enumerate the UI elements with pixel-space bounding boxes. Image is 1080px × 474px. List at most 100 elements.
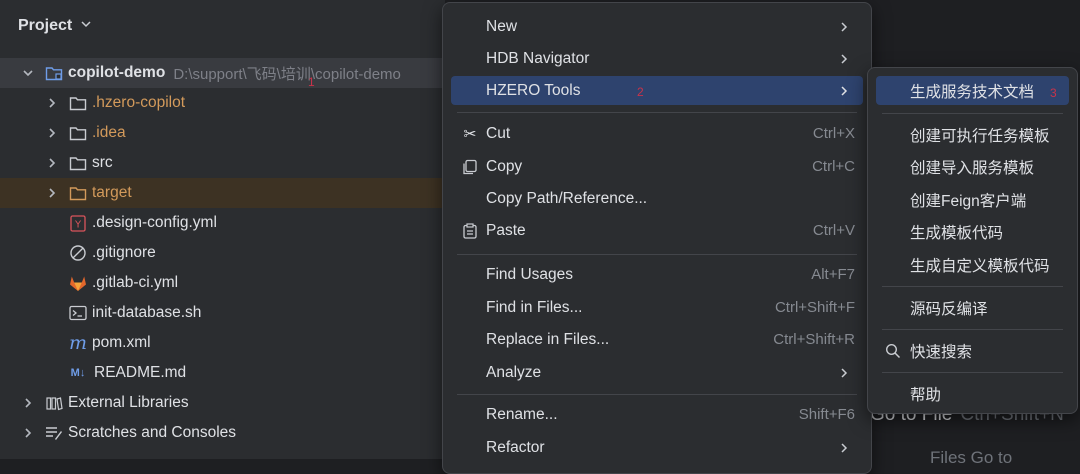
submenu-item-generate-template-code[interactable]: 生成模板代码 <box>876 217 1069 246</box>
menu-item-refactor[interactable]: Refactor <box>451 433 863 462</box>
project-title: Project <box>18 17 73 34</box>
menu-item-label: 创建Feign客户端 <box>910 192 1027 210</box>
menu-item-find-in-files[interactable]: Find in Files... Ctrl+Shift+F <box>451 293 863 322</box>
tree-item-label: .hzero-copilot <box>92 94 186 111</box>
step-marker-3: 3 <box>1050 86 1057 100</box>
submenu-item-generate-service-doc[interactable]: 生成服务技术文档 3 <box>876 76 1069 105</box>
menu-separator <box>457 394 857 395</box>
menu-item-label: Find in Files... <box>486 298 583 316</box>
submenu-item-create-import-template[interactable]: 创建导入服务模板 <box>876 152 1069 181</box>
folder-icon <box>68 93 88 113</box>
chevron-right-icon[interactable] <box>22 397 34 409</box>
project-view-selector[interactable]: Project <box>18 17 92 35</box>
menu-item-label: Rename... <box>486 405 558 423</box>
chevron-right-icon[interactable] <box>46 97 58 109</box>
chevron-down-icon[interactable] <box>22 67 34 79</box>
shortcut: Ctrl+X <box>812 125 855 142</box>
tree-item-init-database[interactable]: init-database.sh <box>0 298 445 328</box>
gitlab-icon <box>68 273 88 293</box>
tree-item-readme[interactable]: M↓ README.md <box>0 358 445 388</box>
chevron-right-icon[interactable] <box>22 427 34 439</box>
menu-separator <box>882 372 1063 373</box>
scissors-icon: ✂ <box>463 125 477 143</box>
menu-item-paste[interactable]: Paste Ctrl+V <box>451 216 863 245</box>
svg-text:Y: Y <box>74 219 82 230</box>
menu-item-new[interactable]: New <box>451 12 863 41</box>
menu-item-cut[interactable]: ✂ Cut Ctrl+X <box>451 119 863 148</box>
menu-item-analyze[interactable]: Analyze <box>451 358 863 387</box>
tree-item-label: target <box>92 184 132 201</box>
menu-item-copy-path[interactable]: Copy Path/Reference... <box>451 184 863 213</box>
menu-item-label: 生成服务技术文档 <box>910 83 1035 101</box>
tree-item-target[interactable]: target <box>0 178 445 208</box>
tree-item-design-config[interactable]: Y .design-config.yml <box>0 208 445 238</box>
submenu-item-create-task-template[interactable]: 创建可执行任务模板 <box>876 120 1069 149</box>
submenu-item-generate-custom-template-code[interactable]: 生成自定义模板代码 <box>876 250 1069 279</box>
menu-item-replace-in-files[interactable]: Replace in Files... Ctrl+Shift+R <box>451 325 863 354</box>
chevron-right-icon <box>839 441 849 459</box>
step-marker-1: 1 <box>308 75 315 89</box>
project-panel: Project copilot-demo D:\support\飞码\培训\co… <box>0 0 445 459</box>
menu-item-label: 创建可执行任务模板 <box>910 127 1050 145</box>
shortcut: Ctrl+C <box>812 158 855 175</box>
tree-item-label: .idea <box>92 124 126 141</box>
menu-item-hdb-navigator[interactable]: HDB Navigator <box>451 44 863 73</box>
tree-item-hzero-copilot[interactable]: .hzero-copilot <box>0 88 445 118</box>
maven-icon: m <box>68 332 88 354</box>
menu-item-hzero-tools[interactable]: HZERO Tools 2 <box>451 76 863 105</box>
submenu-item-help[interactable]: 帮助 <box>876 379 1069 408</box>
submenu-item-create-feign-client[interactable]: 创建Feign客户端 <box>876 185 1069 214</box>
folder-icon <box>68 153 88 173</box>
project-path: D:\support\飞码\培训\copilot-demo <box>173 65 401 83</box>
submenu-item-decompile[interactable]: 源码反编译 <box>876 293 1069 322</box>
menu-item-label: HDB Navigator <box>486 49 590 67</box>
chevron-right-icon[interactable] <box>46 157 58 169</box>
excluded-folder-icon <box>68 183 88 203</box>
menu-item-label: 生成自定义模板代码 <box>910 257 1050 275</box>
tree-item-gitlab-ci[interactable]: .gitlab-ci.yml <box>0 268 445 298</box>
tree-item-idea[interactable]: .idea <box>0 118 445 148</box>
tree-item-copilot-demo[interactable]: copilot-demo D:\support\飞码\培训\copilot-de… <box>0 58 445 88</box>
chevron-right-icon[interactable] <box>46 187 58 199</box>
chevron-down-icon <box>80 17 92 35</box>
tree-item-external-libraries[interactable]: External Libraries <box>0 388 445 418</box>
chevron-right-icon <box>839 366 849 384</box>
menu-separator <box>882 329 1063 330</box>
tree-item-label: copilot-demo <box>68 64 166 81</box>
tree-item-scratches[interactable]: Scratches and Consoles <box>0 418 445 448</box>
markdown-icon: M↓ <box>70 367 86 379</box>
menu-item-label: Copy <box>486 157 523 175</box>
yaml-file-icon: Y <box>68 213 88 233</box>
step-marker-2: 2 <box>637 85 644 99</box>
menu-separator <box>882 286 1063 287</box>
menu-item-label: Paste <box>486 221 526 239</box>
tree-item-label: src <box>92 154 113 171</box>
menu-item-copy[interactable]: Copy Ctrl+C <box>451 152 863 181</box>
ignore-file-icon <box>68 243 88 263</box>
menu-item-label: 创建导入服务模板 <box>910 159 1035 177</box>
tree-item-label: Scratches and Consoles <box>68 424 237 441</box>
chevron-right-icon[interactable] <box>46 127 58 139</box>
folder-icon <box>68 123 88 143</box>
tree-item-src[interactable]: src <box>0 148 445 178</box>
menu-item-label: Replace in Files... <box>486 330 610 348</box>
menu-item-label: New <box>486 17 518 35</box>
search-icon <box>884 342 902 360</box>
context-menu: New HDB Navigator HZERO Tools 2 ✂ Cut Ct… <box>442 2 872 474</box>
chevron-right-icon <box>839 52 849 70</box>
submenu-item-quick-search[interactable]: 快速搜索 <box>876 336 1069 365</box>
menu-item-find-usages[interactable]: Find Usages Alt+F7 <box>451 260 863 289</box>
menu-separator <box>457 254 857 255</box>
tree-item-label: External Libraries <box>68 394 189 411</box>
menu-item-label: Find Usages <box>486 265 574 283</box>
menu-item-label: 生成模板代码 <box>910 224 1004 242</box>
tree-item-pom[interactable]: m pom.xml <box>0 328 445 358</box>
menu-item-rename[interactable]: Rename... Shift+F6 <box>451 400 863 429</box>
tree-item-gitignore[interactable]: .gitignore <box>0 238 445 268</box>
menu-separator <box>882 113 1063 114</box>
menu-item-label: 帮助 <box>910 386 942 404</box>
menu-separator <box>457 112 857 113</box>
chevron-right-icon <box>839 20 849 38</box>
editor-hint-2: Files Go to <box>930 448 1013 467</box>
shortcut: Ctrl+V <box>812 222 855 239</box>
